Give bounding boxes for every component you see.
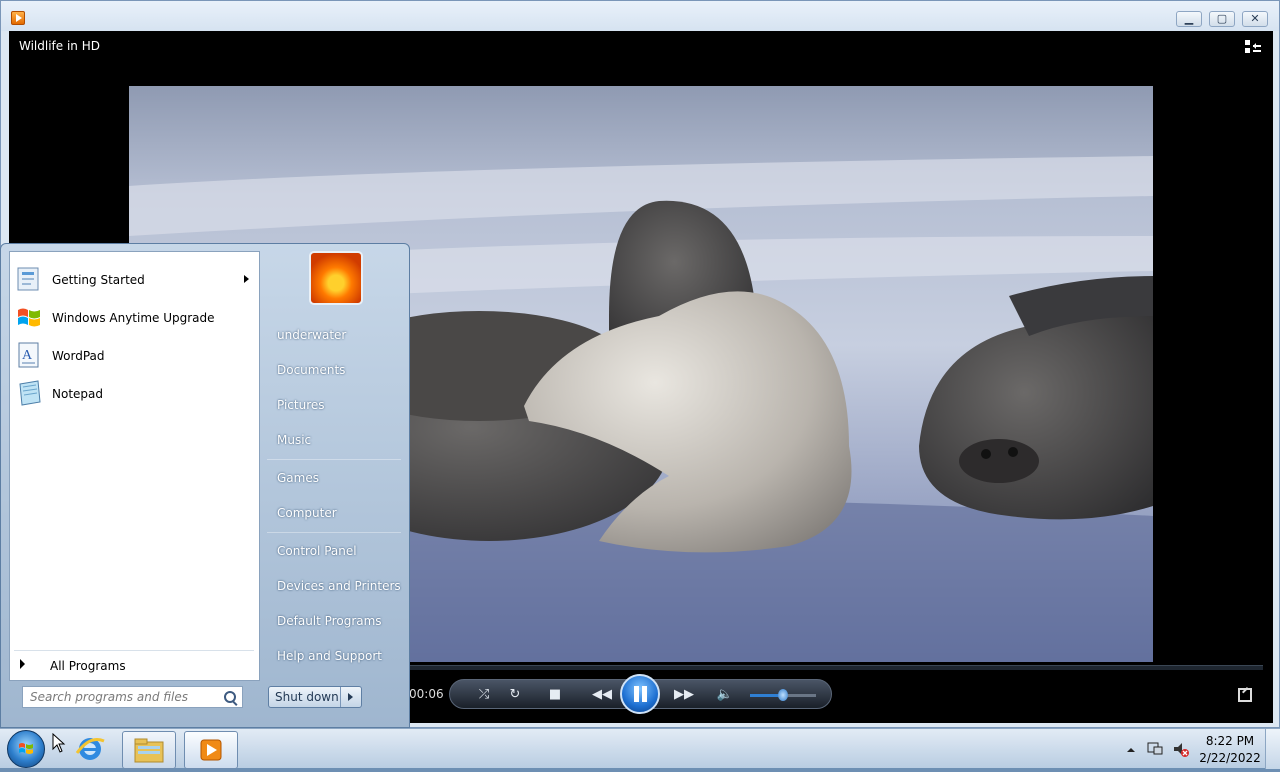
clock-time[interactable]: 8:22 PM [1200, 734, 1260, 748]
program-label: WordPad [52, 349, 105, 363]
separator [267, 532, 401, 533]
previous-button[interactable]: ◀◀ [590, 686, 614, 704]
playback-controls: ⤮ ↻ ■ ◀◀ ▶▶ 🔈 [449, 674, 832, 714]
all-programs-button[interactable]: All Programs [10, 654, 259, 678]
video-title: Wildlife in HD [19, 39, 100, 53]
right-item-pictures[interactable]: Pictures [277, 398, 325, 412]
shutdown-label: Shut down [275, 690, 339, 704]
mute-icon[interactable]: 🔈 [716, 686, 734, 704]
shutdown-button[interactable]: Shut down [268, 686, 362, 708]
clock-date[interactable]: 2/22/2022 [1198, 751, 1262, 765]
start-menu: Getting Started Windows Anytime Upgrade … [0, 243, 410, 728]
start-button[interactable] [7, 730, 45, 768]
program-label: Windows Anytime Upgrade [52, 311, 215, 325]
separator [267, 459, 401, 460]
all-programs-arrow-icon [20, 659, 25, 669]
right-item-control-panel[interactable]: Control Panel [277, 544, 357, 558]
maximize-button[interactable]: ▢ [1209, 11, 1235, 27]
separator [14, 650, 254, 651]
title-bar[interactable]: ▁ ▢ ✕ [1, 1, 1279, 31]
wordpad-icon: A [18, 342, 39, 368]
shutdown-options-arrow[interactable] [340, 687, 361, 707]
right-item-computer[interactable]: Computer [277, 506, 337, 520]
right-item-default-programs[interactable]: Default Programs [277, 614, 382, 628]
getting-started-icon [17, 267, 39, 291]
windows-logo-icon [19, 743, 33, 754]
media-player-icon[interactable] [11, 11, 25, 25]
switch-to-library-icon[interactable] [1245, 40, 1261, 54]
elapsed-time: 00:06 [409, 687, 444, 701]
taskbar-internet-explorer[interactable] [64, 731, 116, 767]
taskbar-windows-explorer[interactable] [122, 731, 176, 769]
shuffle-icon[interactable]: ⤮ [475, 686, 493, 704]
system-tray [1118, 729, 1208, 769]
tray-icons [1127, 742, 1189, 757]
right-item-documents[interactable]: Documents [277, 363, 345, 377]
right-pane: underwater Documents Pictures Music Game… [261, 244, 409, 729]
media-player-icon [200, 739, 222, 761]
taskbar-windows-media-player[interactable] [184, 731, 238, 769]
search-icon[interactable] [224, 691, 236, 703]
show-desktop-button[interactable] [1265, 729, 1280, 769]
mouse-cursor-icon [52, 733, 66, 753]
user-picture[interactable] [309, 251, 363, 305]
repeat-icon[interactable]: ↻ [506, 686, 524, 704]
switch-to-library-button[interactable] [1238, 688, 1252, 702]
volume-icon [1174, 743, 1182, 755]
all-programs-label: All Programs [50, 659, 126, 673]
right-item-user-folder[interactable]: underwater [277, 328, 346, 342]
right-item-devices-and-printers[interactable]: Devices and Printers [277, 579, 401, 593]
program-label: Notepad [52, 387, 103, 401]
programs-pane: Getting Started Windows Anytime Upgrade … [9, 251, 260, 681]
program-getting-started[interactable]: Getting Started [10, 262, 259, 298]
search-input[interactable]: Search programs and files [22, 686, 243, 708]
program-label: Getting Started [52, 273, 145, 287]
right-item-games[interactable]: Games [277, 471, 319, 485]
seek-bar[interactable] [409, 665, 1263, 670]
stop-button[interactable]: ■ [546, 686, 564, 704]
volume-thumb[interactable] [778, 689, 788, 701]
right-item-music[interactable]: Music [277, 433, 311, 447]
taskbar: 8:22 PM 2/22/2022 [0, 728, 1280, 769]
next-button[interactable]: ▶▶ [672, 686, 696, 704]
submenu-arrow-icon[interactable] [244, 275, 249, 283]
search-placeholder: Search programs and files [30, 690, 188, 704]
internet-explorer-icon [75, 738, 105, 760]
folder-icon [134, 738, 164, 763]
windows-flag-icon [18, 308, 40, 327]
program-wordpad[interactable]: A WordPad [10, 338, 259, 374]
volume-slider-remaining [784, 694, 816, 697]
minimize-button[interactable]: ▁ [1176, 11, 1202, 27]
right-item-help-and-support[interactable]: Help and Support [277, 649, 382, 663]
notepad-icon [19, 380, 41, 406]
show-hidden-icons-icon [1127, 748, 1135, 752]
close-button[interactable]: ✕ [1242, 11, 1268, 27]
program-windows-anytime-upgrade[interactable]: Windows Anytime Upgrade [10, 300, 259, 336]
program-notepad[interactable]: Notepad [10, 376, 259, 412]
pause-button[interactable] [620, 674, 660, 714]
svg-text:A: A [22, 348, 33, 363]
